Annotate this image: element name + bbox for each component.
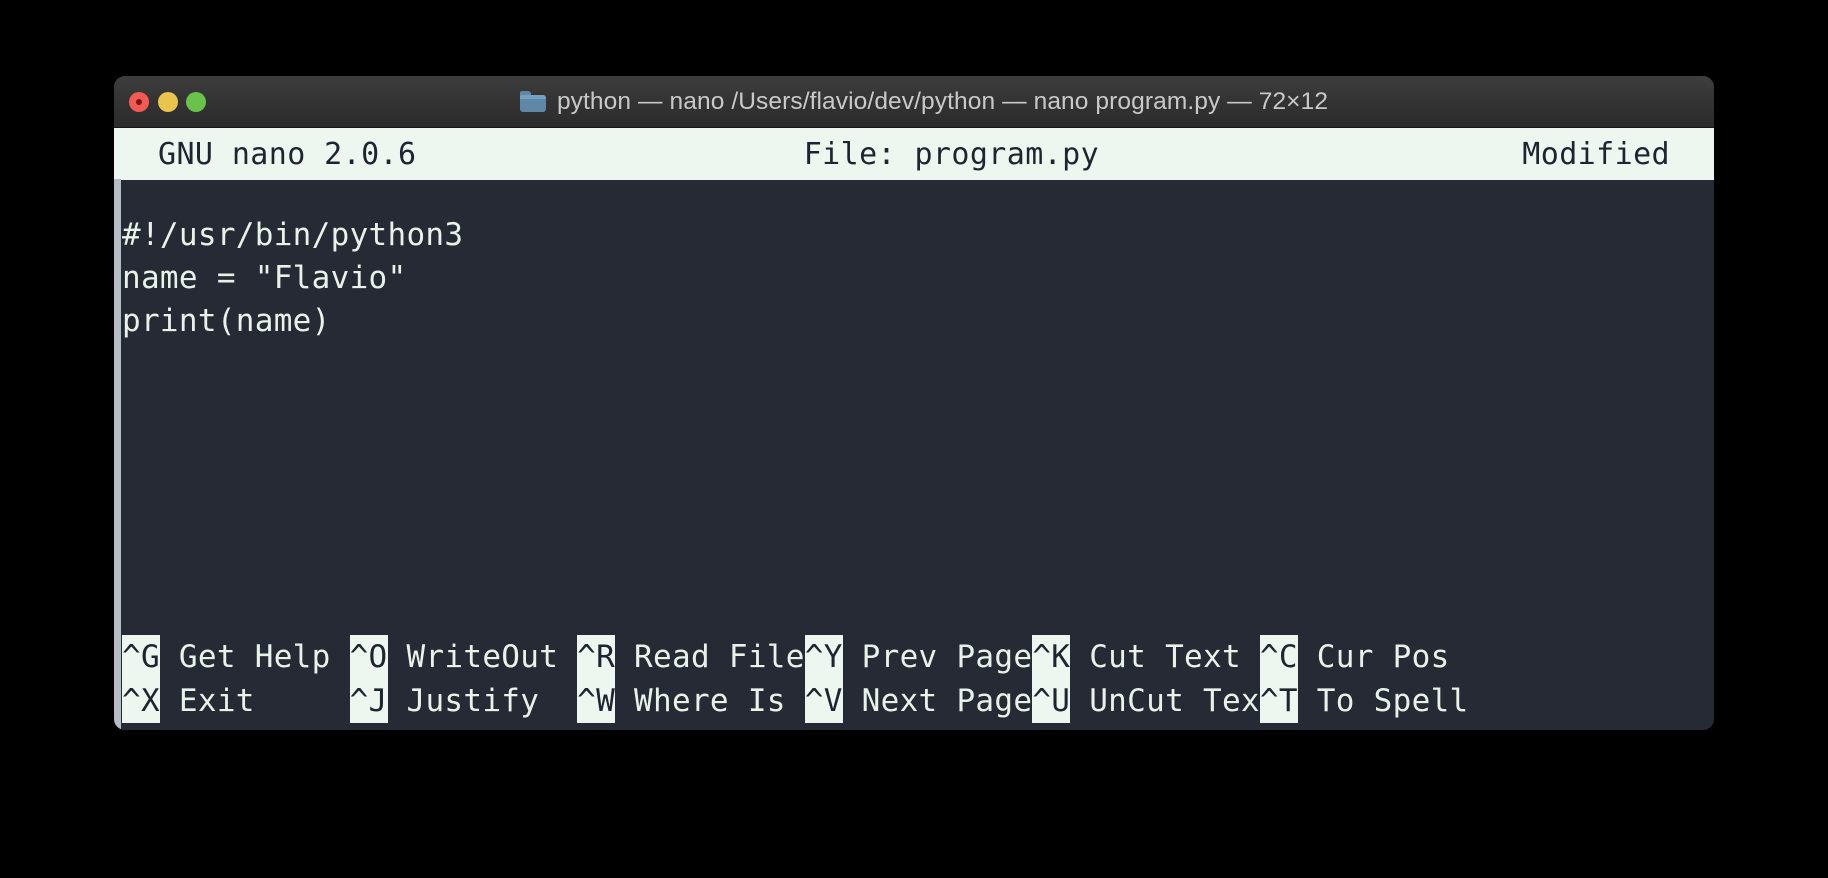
nano-header-bar: GNU nano 2.0.6 File: program.py Modified [114,128,1714,180]
nano-modified-indicator: Modified [1522,136,1670,172]
nano-version: GNU nano 2.0.6 [158,136,417,172]
shortcut-label: Read File [615,639,805,675]
shortcut-item[interactable]: ^W Where Is [577,679,805,723]
shortcut-label: Where Is [615,683,805,719]
nano-filename: File: program.py [803,136,1100,172]
shortcut-label: Justify [387,683,578,719]
shortcut-key: ^V [804,679,843,723]
nano-edit-area[interactable]: #!/usr/bin/python3 name = "Flavio" print… [114,180,1714,610]
shortcut-key: ^W [577,679,616,723]
zoom-button[interactable] [186,91,206,112]
shortcut-key: ^K [1032,635,1071,679]
terminal-window[interactable]: python — nano /Users/flavio/dev/python —… [114,76,1714,730]
shortcut-item[interactable]: ^Y Prev Page [804,635,1033,679]
shortcut-item[interactable]: ^K Cut Text [1032,635,1260,679]
shortcut-item[interactable]: ^O WriteOut [349,635,578,679]
shortcut-label: Exit [159,683,350,719]
code-line: name = "Flavio" [122,260,407,296]
shortcut-item[interactable]: ^G Get Help [122,635,350,679]
shortcut-key: ^J [349,679,388,723]
shortcut-label: Cut Text [1070,639,1260,675]
nano-shortcut-bar: ^G Get Help ^O WriteOut ^R Read File ^Y P… [114,635,1714,730]
shortcut-item[interactable]: ^V Next Page [804,679,1033,723]
shortcut-key: ^G [122,635,160,679]
code-line: #!/usr/bin/python3 [122,217,464,253]
minimize-button[interactable] [157,91,178,112]
shortcut-item[interactable]: ^R Read File [577,635,805,679]
terminal-left-edge [114,179,121,730]
shortcut-key: ^O [349,635,388,679]
shortcut-item[interactable]: ^U UnCut Tex [1032,679,1260,723]
code-line: print(name) [122,303,331,339]
shortcut-label: WriteOut [387,639,578,675]
shortcut-key: ^T [1259,679,1298,723]
terminal-body[interactable]: GNU nano 2.0.6 File: program.py Modified… [114,128,1714,730]
shortcut-label: Get Help [159,639,350,675]
shortcut-label: Prev Page [842,639,1033,675]
shortcut-label: UnCut Tex [1070,683,1260,719]
shortcut-row-1: ^G Get Help ^O WriteOut ^R Read File ^Y P… [114,635,1714,679]
shortcut-label: Cur Pos [1297,639,1450,675]
desktop-background: python — nano /Users/flavio/dev/python —… [0,0,1828,878]
folder-icon [519,91,546,112]
shortcut-label: To Spell [1297,683,1469,719]
shortcut-key: ^U [1032,679,1071,723]
shortcut-label: Next Page [842,683,1033,719]
shortcut-item[interactable]: ^X Exit [122,679,350,723]
shortcut-item[interactable]: ^J Justify [349,679,578,723]
shortcut-item[interactable]: ^C Cur Pos [1259,635,1450,679]
window-titlebar[interactable]: python — nano /Users/flavio/dev/python —… [114,76,1714,128]
window-controls[interactable] [129,76,206,127]
shortcut-key: ^X [122,679,160,723]
shortcut-key: ^C [1259,635,1298,679]
shortcut-item[interactable]: ^T To Spell [1259,679,1469,723]
shortcut-key: ^R [577,635,616,679]
shortcut-row-2: ^X Exit ^J Justify ^W Where Is ^V Next P… [114,679,1714,723]
shortcut-key: ^Y [804,635,843,679]
window-title: python — nano /Users/flavio/dev/python —… [556,87,1329,115]
close-button[interactable] [129,91,149,112]
window-title-group: python — nano /Users/flavio/dev/python —… [519,87,1329,116]
